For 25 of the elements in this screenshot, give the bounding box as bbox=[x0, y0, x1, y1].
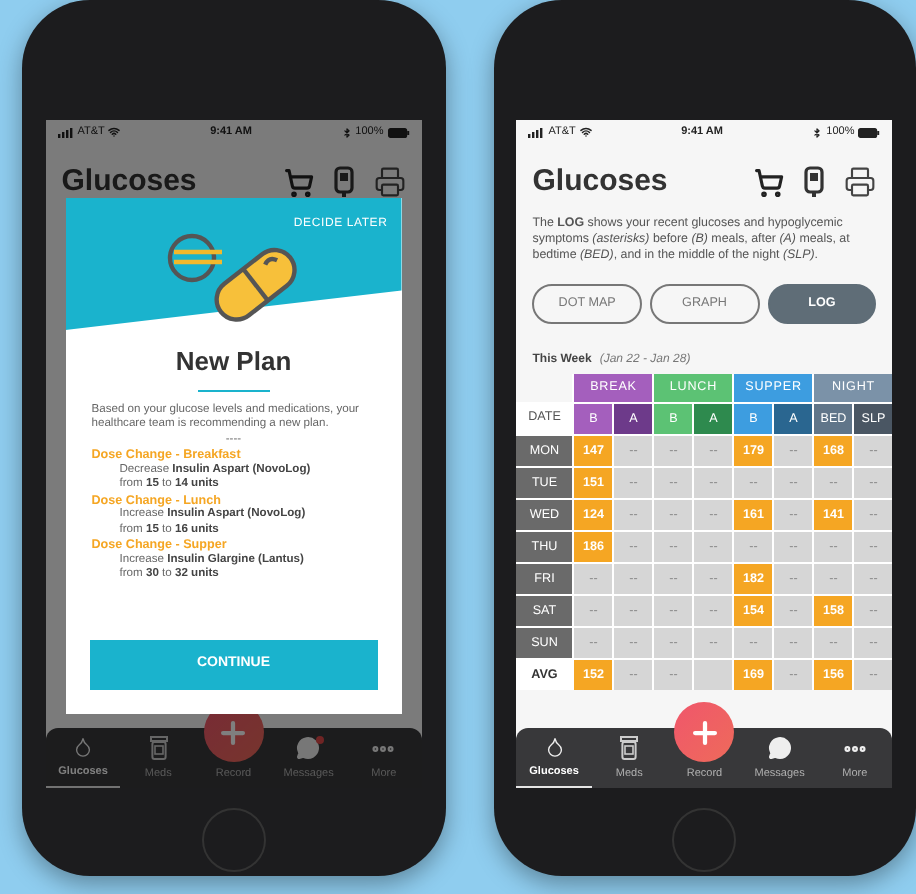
wifi-icon bbox=[579, 126, 592, 138]
bluetooth-icon bbox=[812, 127, 823, 137]
page-title: Glucoses bbox=[532, 161, 668, 202]
bottle-icon bbox=[620, 736, 639, 761]
signal-icon bbox=[57, 127, 74, 137]
meter-device-icon[interactable] bbox=[804, 166, 825, 198]
bluetooth-icon bbox=[341, 127, 352, 137]
battery-icon bbox=[858, 127, 881, 137]
chat-icon bbox=[296, 736, 321, 761]
dialog-title: New Plan bbox=[175, 344, 292, 380]
chat-icon bbox=[767, 736, 792, 761]
drop-icon bbox=[543, 735, 566, 758]
printer-icon[interactable] bbox=[373, 166, 406, 198]
record-button[interactable] bbox=[674, 702, 735, 762]
page-title: Glucoses bbox=[61, 161, 197, 202]
battery-icon bbox=[387, 127, 410, 137]
glucose-cell bbox=[692, 658, 733, 690]
drop-icon bbox=[72, 735, 95, 758]
plus-icon bbox=[687, 715, 722, 749]
signal-icon bbox=[528, 127, 545, 137]
bottle-icon bbox=[149, 736, 168, 761]
wifi-icon bbox=[108, 126, 121, 138]
printer-icon[interactable] bbox=[844, 166, 877, 198]
cart-icon[interactable] bbox=[754, 167, 785, 197]
plus-icon bbox=[216, 715, 251, 749]
